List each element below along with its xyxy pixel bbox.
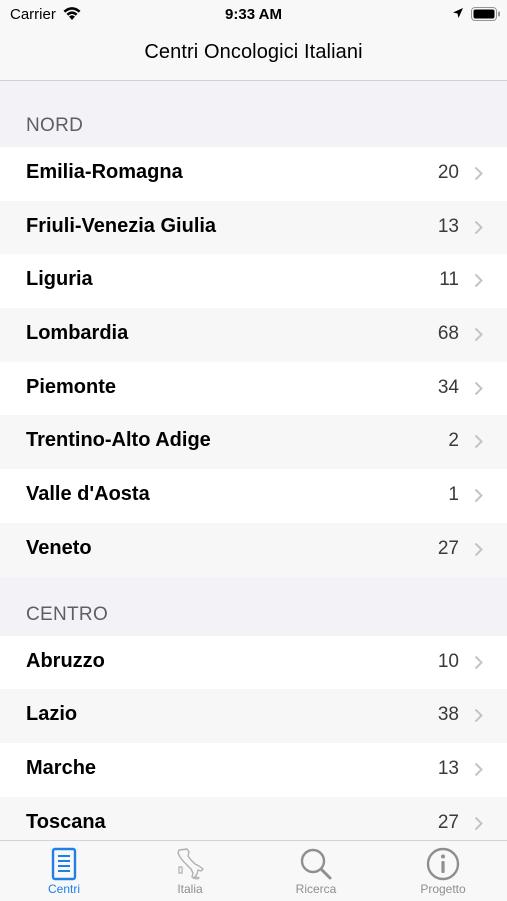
list-document-icon [51, 847, 77, 881]
center-count: 2 [448, 430, 459, 452]
status-bar: Carrier 9:33 AM [0, 0, 507, 28]
tab-label: Italia [177, 882, 203, 896]
section-header-nord: NORD [0, 81, 507, 147]
tab-progetto[interactable]: Progetto [380, 841, 506, 901]
region-name: Veneto [26, 536, 92, 559]
chevron-right-icon [474, 327, 483, 342]
center-count: 20 [437, 162, 459, 183]
list-item[interactable]: Emilia-Romagna 20 [0, 147, 507, 201]
tab-italia[interactable]: Italia [127, 841, 253, 901]
region-name: Lazio [26, 703, 78, 726]
section-header-label: NORD [26, 115, 84, 136]
list-item[interactable]: Abruzzo 10 [0, 635, 507, 690]
location-arrow-icon [453, 8, 463, 18]
chevron-right-icon [474, 381, 483, 395]
chevron-right-icon [474, 708, 483, 723]
list-item[interactable]: Lazio 38 [0, 689, 507, 743]
info-icon [426, 847, 460, 881]
region-name: Abruzzo [26, 649, 105, 672]
center-count: 11 [439, 269, 459, 291]
center-count: 38 [437, 704, 459, 726]
center-count: 10 [437, 650, 459, 672]
regions-list[interactable]: NORD Emilia-Romagna 20 Friuli-Venezia Gi… [0, 81, 507, 840]
chevron-right-icon [474, 435, 483, 449]
region-name: Trentino-Alto Adige [26, 429, 211, 452]
center-count: 1 [448, 484, 459, 506]
list-item[interactable]: Marche 13 [0, 742, 507, 797]
list-item[interactable]: Liguria 11 [0, 254, 507, 309]
chevron-right-icon [474, 816, 483, 830]
region-name: Friuli-Venezia Giulia [26, 214, 217, 237]
clock: 9:33 AM [225, 6, 282, 23]
chevron-right-icon [474, 220, 483, 234]
center-count: 13 [437, 757, 459, 779]
chevron-right-icon [474, 488, 483, 503]
chevron-right-icon [474, 166, 483, 181]
tab-ricerca[interactable]: Ricerca [253, 841, 379, 901]
battery-icon [471, 7, 500, 21]
list-item[interactable]: Friuli-Venezia Giulia 13 [0, 200, 507, 255]
tab-centri[interactable]: Centri [1, 841, 127, 901]
region-name: Piemonte [26, 375, 117, 398]
tab-label: Progetto [420, 882, 466, 896]
page-title: Centri Oncologici Italiani [144, 41, 363, 63]
region-name: Lombardia [26, 322, 129, 345]
magnifier-icon [300, 848, 332, 880]
center-count: 27 [437, 537, 459, 559]
region-name: Valle d'Aosta [26, 483, 150, 506]
region-name: Marche [26, 756, 97, 779]
list-item[interactable]: Veneto 27 [0, 522, 507, 577]
tab-bar: Centri Italia Ricerca Progetto [0, 840, 507, 901]
region-name: Toscana [26, 810, 106, 833]
center-count: 68 [437, 323, 459, 345]
italy-map-icon [177, 848, 204, 880]
navigation-bar: Centri Oncologici Italiani [0, 28, 507, 81]
section-header-centro: CENTRO [0, 576, 507, 636]
tab-label: Centri [47, 882, 80, 896]
chevron-right-icon [474, 274, 483, 288]
chevron-right-icon [474, 762, 483, 777]
chevron-right-icon [474, 542, 483, 557]
list-item[interactable]: Lombardia 68 [0, 308, 507, 362]
chevron-right-icon [474, 655, 483, 669]
list-item[interactable]: Valle d'Aosta 1 [0, 469, 507, 523]
list-item[interactable]: Trentino-Alto Adige 2 [0, 415, 507, 470]
list-item[interactable]: Toscana 27 [0, 796, 507, 840]
center-count: 13 [437, 215, 459, 237]
region-name: Emilia-Romagna [26, 161, 183, 183]
center-count: 34 [437, 376, 459, 398]
list-item[interactable]: Piemonte 34 [0, 361, 507, 416]
region-name: Liguria [26, 268, 93, 291]
tab-label: Ricerca [295, 882, 337, 896]
center-count: 27 [437, 811, 459, 833]
section-header-label: CENTRO [26, 603, 109, 625]
